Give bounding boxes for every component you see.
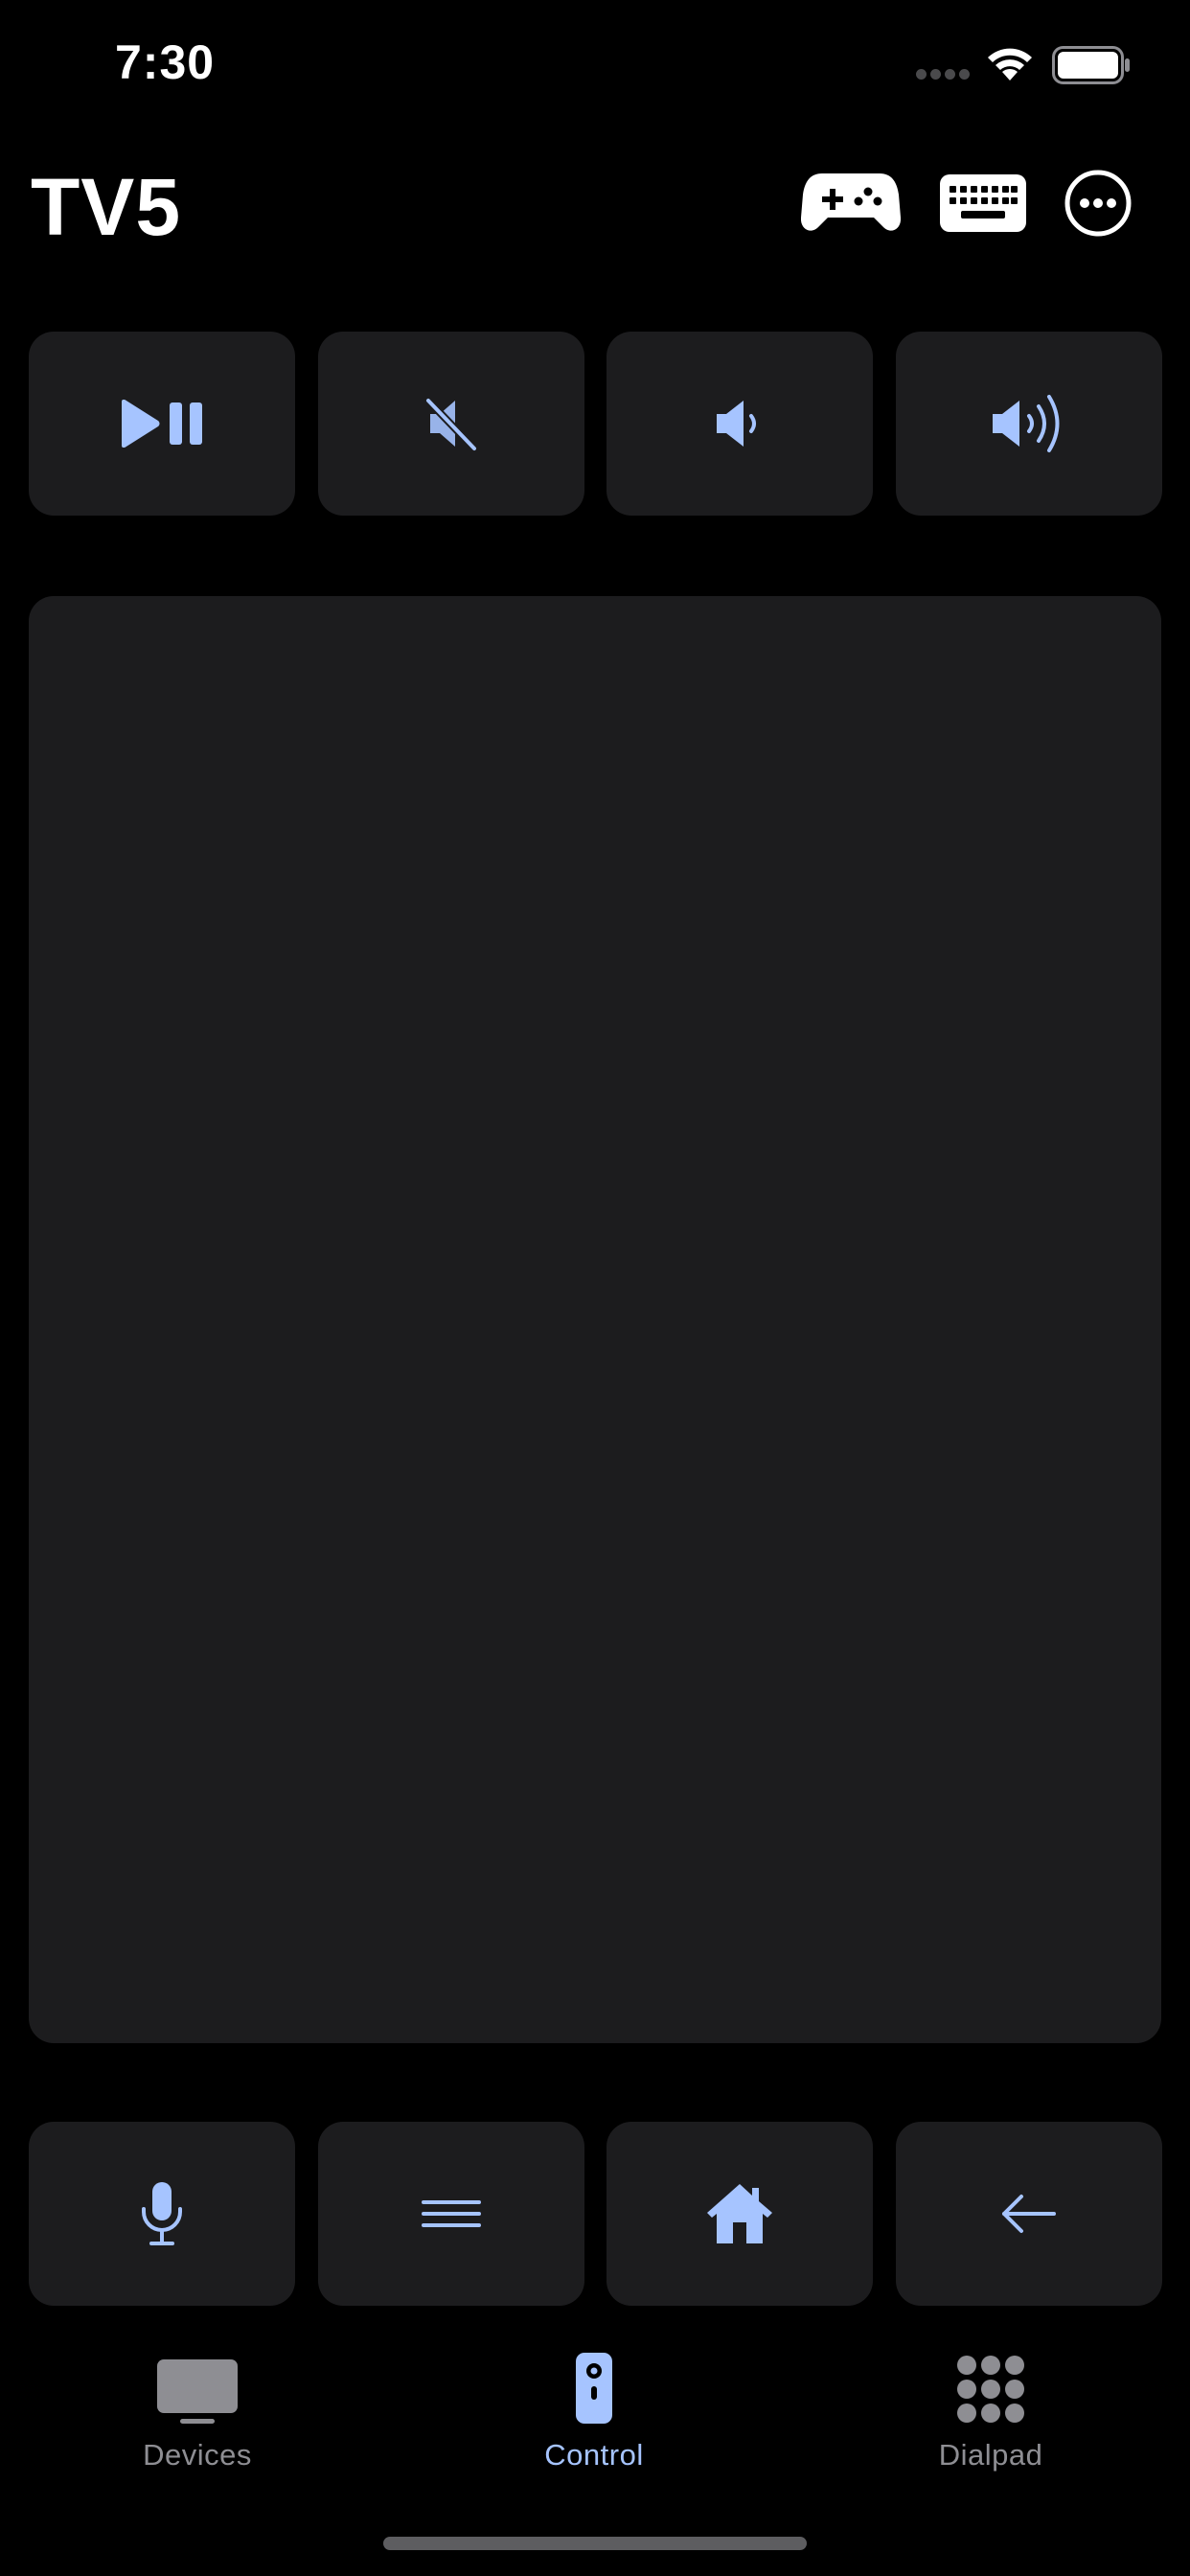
speaker-high-icon	[993, 395, 1060, 452]
play-pause-icon	[122, 400, 202, 448]
speaker-low-icon	[717, 401, 756, 447]
status-time: 7:30	[115, 35, 216, 89]
wifi-icon	[988, 48, 1032, 80]
microphone-icon	[142, 2182, 182, 2245]
gamepad-icon	[801, 173, 901, 231]
page-title: TV5	[31, 162, 182, 252]
house-icon	[707, 2184, 772, 2243]
tab-label-dialpad: Dialpad	[938, 2438, 1043, 2472]
menu-button[interactable]	[318, 2122, 584, 2306]
home-indicator	[383, 2537, 807, 2550]
more-button[interactable]	[1064, 165, 1133, 242]
battery-icon	[1052, 46, 1130, 84]
more-icon	[1064, 170, 1132, 237]
touchpad[interactable]	[29, 596, 1161, 2043]
mute-button[interactable]	[318, 332, 584, 516]
keyboard-button[interactable]	[939, 165, 1027, 242]
tab-control[interactable]: Control	[469, 2348, 719, 2482]
keyboard-icon	[940, 174, 1026, 232]
tab-devices[interactable]: Devices	[73, 2348, 322, 2482]
menu-icon	[422, 2200, 481, 2227]
tab-label-control: Control	[544, 2438, 644, 2472]
arrow-left-icon	[1002, 2195, 1056, 2233]
volume-down-button[interactable]	[606, 332, 873, 516]
gamepad-button[interactable]	[801, 165, 901, 242]
dialpad-icon	[957, 2356, 1024, 2423]
play-pause-button[interactable]	[29, 332, 295, 516]
speaker-muted-icon	[425, 398, 477, 451]
back-button[interactable]	[896, 2122, 1162, 2306]
tab-label-devices: Devices	[143, 2438, 252, 2472]
tab-dialpad[interactable]: Dialpad	[866, 2348, 1115, 2482]
cellular-signal-icon	[916, 69, 972, 82]
tv-icon	[157, 2359, 238, 2424]
voice-button[interactable]	[29, 2122, 295, 2306]
volume-up-button[interactable]	[896, 332, 1162, 516]
remote-icon	[576, 2353, 612, 2424]
home-button[interactable]	[606, 2122, 873, 2306]
status-bar: 7:30	[0, 0, 1190, 134]
